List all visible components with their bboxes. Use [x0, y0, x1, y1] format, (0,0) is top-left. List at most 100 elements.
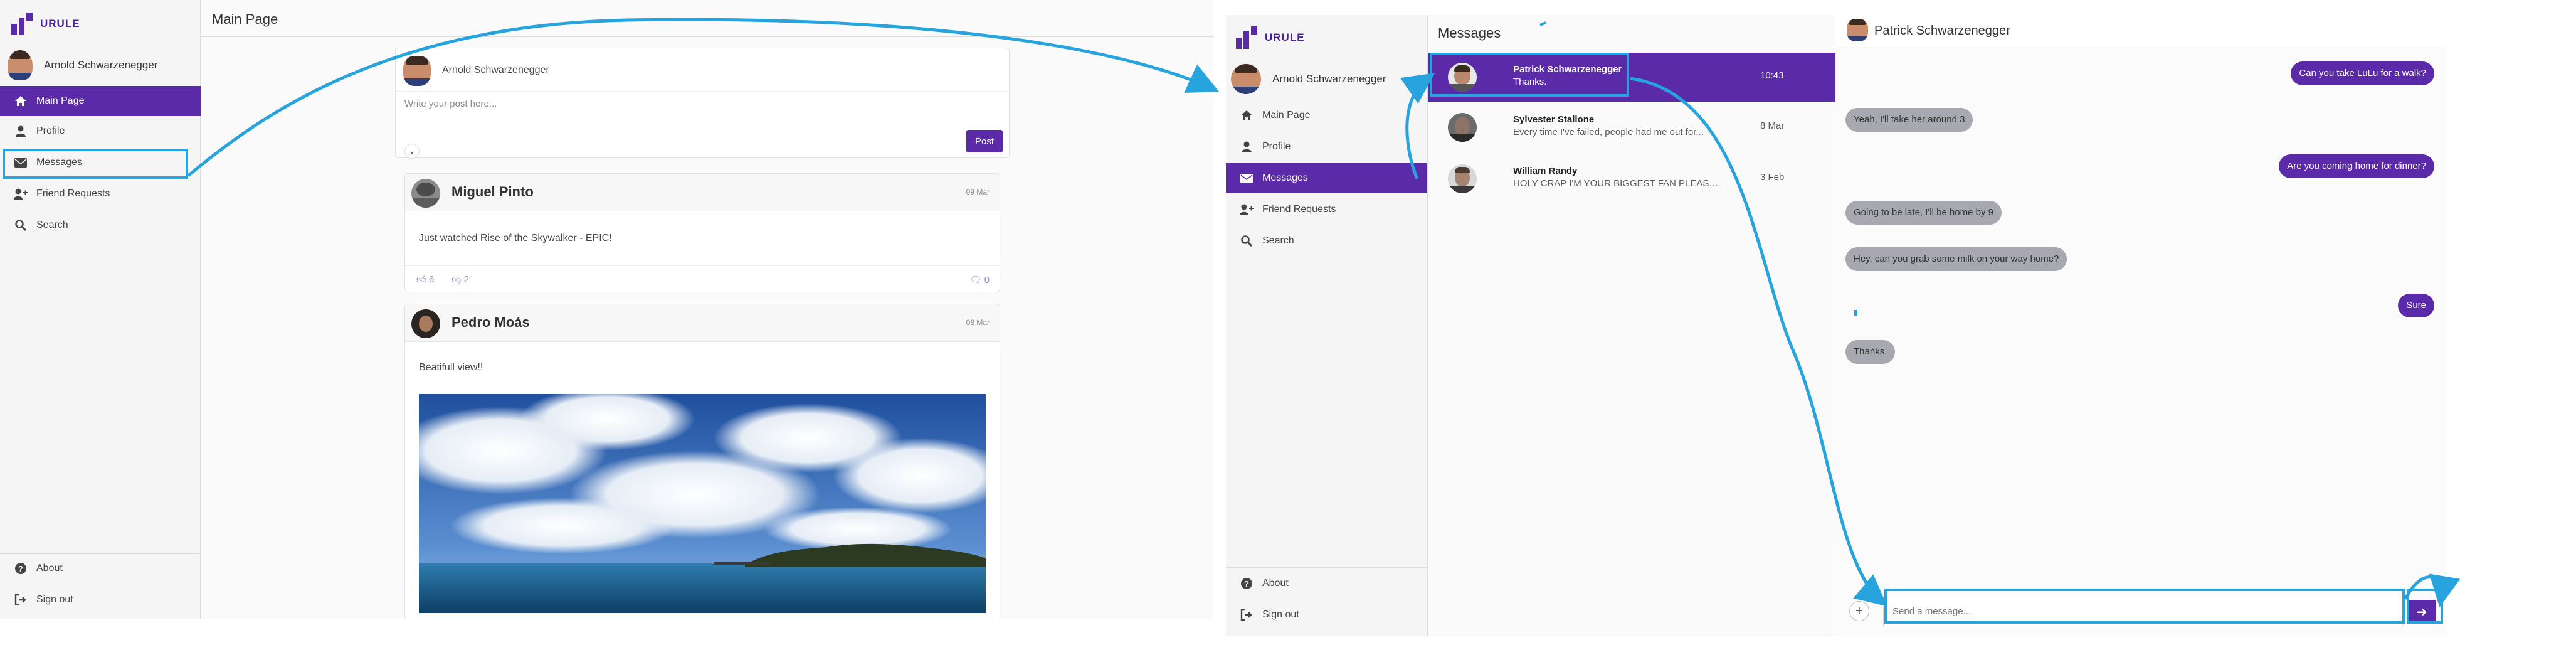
message-bubble-incoming: Thanks. [1845, 340, 1896, 364]
post-composer: Arnold Schwarzenegger Write your post he… [395, 48, 1010, 159]
avatar [1448, 164, 1477, 193]
avatar [411, 179, 440, 208]
svg-text:?: ? [18, 564, 23, 573]
chat-header: Patrick Schwarzenegger [1835, 15, 2446, 46]
sidebar: URULE Arnold Schwarzenegger Main Page Pr… [1226, 15, 1428, 636]
nav-label: Search [1262, 235, 1294, 246]
nav-sign-out[interactable]: Sign out [1226, 600, 1427, 630]
nav-friend-requests[interactable]: Friend Requests [1226, 195, 1427, 225]
avatar [8, 50, 33, 80]
avatar [1847, 19, 1868, 41]
comments-button[interactable]: 🗨︎ 0 [969, 274, 990, 285]
dislike-button[interactable]: 👎︎ 2 [451, 274, 469, 285]
thumbs-down-icon: 👎︎ [451, 274, 462, 285]
highlight-conversation [1430, 53, 1629, 97]
message-bubble-incoming: Yeah, I'll take her around 3 [1845, 108, 1973, 132]
search-icon [1240, 234, 1254, 248]
message-bubble-outgoing: Are you coming home for dinner? [2279, 154, 2434, 178]
composer-user-name: Arnold Schwarzenegger [442, 65, 549, 75]
question-icon: ? [14, 562, 28, 575]
sidebar: URULE Arnold Schwarzenegger Main Page Pr… [0, 0, 201, 619]
dislike-count: 2 [463, 274, 469, 285]
nav-main-page[interactable]: Main Page [1226, 100, 1427, 131]
nav-sign-out[interactable]: Sign out [0, 585, 201, 615]
nav-label: About [36, 563, 63, 573]
user-name: Arnold Schwarzenegger [1272, 73, 1386, 85]
question-icon: ? [1240, 577, 1254, 590]
envelope-icon [1240, 171, 1254, 185]
chat-panel: Patrick Schwarzenegger Can you take LuLu… [1835, 15, 2446, 636]
highlight-messages-nav [3, 149, 188, 179]
nav-about[interactable]: ? About [1226, 568, 1427, 599]
current-user[interactable]: Arnold Schwarzenegger [8, 50, 157, 80]
post-card: Pedro Moás 08 Mar Beatifull view!! [404, 304, 1000, 619]
svg-text:?: ? [1244, 579, 1249, 589]
sign-out-icon [14, 593, 28, 607]
nav-label: Sign out [36, 594, 73, 605]
conversation-list: Messages Patrick Schwarzenegger Thanks. … [1428, 15, 1835, 636]
post-author[interactable]: Pedro Moás [451, 314, 530, 331]
chevron-down-icon[interactable]: ⌄ [404, 144, 420, 159]
user-icon [14, 124, 28, 138]
post-author[interactable]: Miguel Pinto [451, 184, 534, 200]
nav-label: Friend Requests [1262, 204, 1336, 215]
conversation-time: 8 Mar [1760, 120, 1785, 131]
plus-icon[interactable]: + [1849, 601, 1869, 621]
post-text: Just watched Rise of the Skywalker - EPI… [419, 233, 612, 243]
nav-label: About [1262, 578, 1289, 589]
highlight-message-input [1884, 589, 2405, 624]
home-icon [14, 94, 28, 108]
nav-main-page[interactable]: Main Page [0, 86, 201, 116]
chat-contact-name: Patrick Schwarzenegger [1874, 24, 2010, 38]
nav-label: Search [36, 220, 68, 230]
post-input[interactable]: Write your post here... [404, 99, 497, 109]
nav-search[interactable]: Search [1226, 226, 1427, 256]
comment-count: 0 [984, 275, 990, 285]
thumbs-up-icon: 👍︎ [416, 274, 426, 285]
message-bubble-incoming: Hey, can you grab some milk on your way … [1845, 247, 2067, 271]
nav-profile[interactable]: Profile [0, 116, 201, 146]
brand-logo[interactable]: URULE [1236, 26, 1305, 49]
nav-label: Main Page [36, 95, 85, 106]
message-bubble-incoming: Going to be late, I'll be home by 9 [1845, 201, 2002, 225]
conversation-name: Sylvester Stallone [1513, 114, 1595, 125]
message-bubble-outgoing: Can you take LuLu for a walk? [2291, 61, 2434, 85]
user-icon [1240, 140, 1254, 154]
conversation-time: 3 Feb [1760, 172, 1785, 183]
avatar [1231, 64, 1261, 94]
urule-logo-icon [1236, 26, 1257, 49]
search-icon [14, 218, 28, 232]
nav-label: Messages [1262, 173, 1308, 183]
like-button[interactable]: 👍︎ 6 [416, 274, 434, 285]
conversation-preview: Every time I've failed, people had me ou… [1513, 127, 1704, 137]
conversation-item[interactable]: William Randy HOLY CRAP I'M YOUR BIGGEST… [1428, 154, 1835, 203]
avatar [411, 309, 440, 338]
comment-icon: 🗨︎ [969, 275, 982, 285]
conversation-item[interactable]: Sylvester Stallone Every time I've faile… [1428, 103, 1835, 152]
urule-logo-icon [11, 13, 33, 35]
current-user[interactable]: Arnold Schwarzenegger [1231, 64, 1386, 94]
post-text: Beatifull view!! [419, 362, 483, 373]
conversation-preview: HOLY CRAP I'M YOUR BIGGEST FAN PLEASE ..… [1513, 178, 1720, 189]
page-title: Main Page [212, 11, 278, 27]
nav-label: Sign out [1262, 609, 1299, 620]
brand-logo[interactable]: URULE [11, 13, 80, 35]
conversation-time: 10:43 [1760, 70, 1784, 81]
nav-search[interactable]: Search [0, 210, 201, 240]
post-photo[interactable] [419, 394, 986, 613]
nav-profile[interactable]: Profile [1226, 132, 1427, 162]
brand-name: URULE [40, 18, 80, 29]
avatar [1448, 113, 1477, 142]
highlight-send-button [2407, 589, 2443, 624]
post-button[interactable]: Post [966, 130, 1003, 152]
nav-messages[interactable]: Messages [1226, 163, 1427, 193]
user-name: Arnold Schwarzenegger [44, 59, 158, 71]
message-bubble-outgoing: Sure [2398, 294, 2434, 317]
like-count: 6 [428, 274, 435, 285]
post-card: Miguel Pinto 09 Mar Just watched Rise of… [404, 173, 1000, 292]
nav-friend-requests[interactable]: Friend Requests [0, 179, 201, 209]
post-date: 08 Mar [966, 318, 990, 327]
user-plus-icon [14, 187, 28, 201]
nav-about[interactable]: ? About [0, 553, 201, 584]
post-date: 09 Mar [966, 188, 990, 196]
